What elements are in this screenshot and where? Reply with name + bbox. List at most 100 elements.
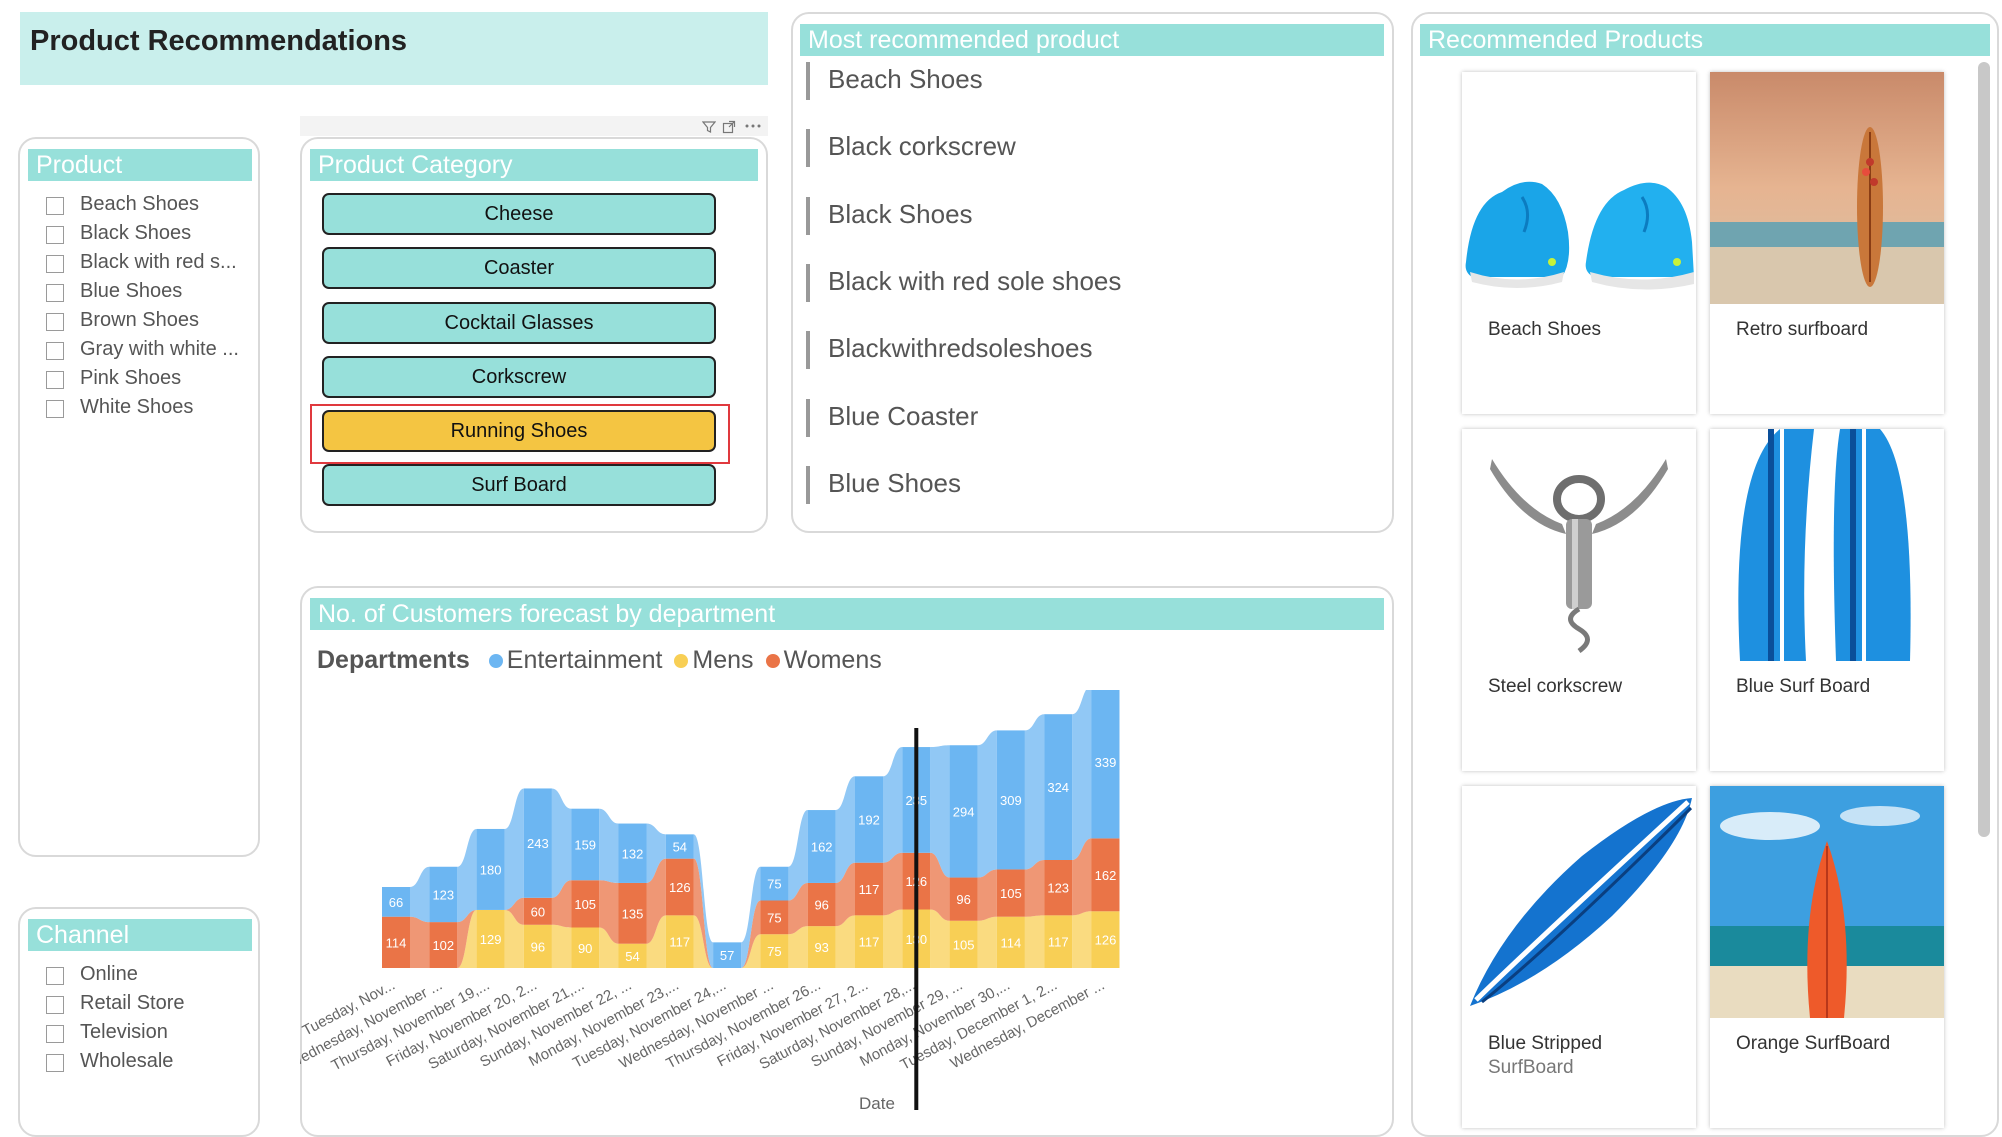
page-title-band: Product Recommendations: [20, 12, 768, 85]
tile-name: Blue Stripped: [1488, 1033, 1603, 1054]
data-label: 102: [432, 938, 454, 953]
product-tile[interactable]: Orange SurfBoard: [1710, 786, 1944, 1128]
data-label: 294: [953, 804, 975, 819]
data-label: 132: [622, 846, 644, 861]
visual-header-bar: [300, 116, 768, 136]
data-label: 96: [956, 892, 970, 907]
data-label: 93: [814, 940, 828, 955]
channel-item-label: Wholesale: [80, 1050, 174, 1072]
chart-legend: Departments Entertainment Mens Womens: [317, 646, 882, 675]
category-button[interactable]: Coaster: [322, 247, 716, 289]
data-label: 117: [669, 935, 690, 950]
checkbox[interactable]: [46, 400, 64, 418]
recommended-item-label: Blue Shoes: [828, 467, 961, 498]
product-tile[interactable]: Retro surfboard: [1710, 72, 1944, 414]
product-tile[interactable]: Beach Shoes: [1462, 72, 1696, 414]
product-tile[interactable]: Steel corkscrew: [1462, 429, 1696, 771]
data-label: 75: [767, 944, 781, 959]
recommended-item-label: Black corkscrew: [828, 131, 1016, 162]
checkbox[interactable]: [46, 996, 64, 1014]
category-button[interactable]: Surf Board: [322, 464, 716, 506]
legend-swatch: [674, 654, 689, 669]
tile-name: Steel corkscrew: [1488, 676, 1623, 697]
ribbon-mens: [551, 924, 572, 968]
legend-label[interactable]: Mens: [692, 646, 753, 674]
gallery-scrollbar[interactable]: [1978, 62, 1990, 837]
legend-label[interactable]: Entertainment: [507, 646, 663, 674]
product-item-label: Black with red s...: [80, 251, 237, 273]
recommended-item-label: Black with red sole shoes: [828, 265, 1122, 296]
legend-label[interactable]: Womens: [784, 646, 882, 674]
data-label: 105: [574, 897, 596, 912]
item-bar: [806, 465, 810, 504]
blue-stripped-surfboard-image: [1462, 786, 1696, 1018]
data-label: 54: [673, 840, 687, 855]
checkbox[interactable]: [46, 967, 64, 985]
category-button[interactable]: Cheese: [322, 193, 716, 235]
data-label: 123: [432, 887, 454, 902]
data-label: 117: [1048, 935, 1069, 950]
more-options-icon[interactable]: [744, 118, 762, 132]
channel-item-label: Online: [80, 963, 138, 985]
recommended-item-label: Blackwithredsoleshoes: [828, 333, 1093, 364]
item-bar: [806, 263, 810, 302]
blue-surf-board-image: [1710, 429, 1944, 661]
checkbox[interactable]: [46, 1025, 64, 1043]
data-label: 126: [669, 880, 691, 895]
product-tile[interactable]: Blue Stripped SurfBoard: [1462, 786, 1696, 1128]
product-item-label: Black Shoes: [80, 222, 192, 244]
data-label: 117: [859, 935, 880, 950]
data-label: 105: [953, 937, 975, 952]
data-label: 159: [574, 837, 596, 852]
data-label: 309: [1000, 793, 1022, 808]
checkbox[interactable]: [46, 371, 64, 389]
data-label: 96: [531, 939, 545, 954]
checkbox[interactable]: [46, 313, 64, 331]
category-button[interactable]: Cocktail Glasses: [322, 302, 716, 344]
data-label: 324: [1047, 780, 1069, 795]
ribbon-entertainment: [1072, 690, 1092, 860]
checkbox[interactable]: [46, 1054, 64, 1072]
product-item-label: Blue Shoes: [80, 280, 183, 302]
product-item-label: Gray with white ...: [80, 338, 239, 360]
data-label: 117: [859, 882, 880, 897]
focus-mode-icon[interactable]: [722, 120, 736, 134]
filter-icon[interactable]: [701, 120, 717, 134]
checkbox[interactable]: [46, 197, 64, 215]
checkbox[interactable]: [46, 226, 64, 244]
forecast-header: No. of Customers forecast by department: [310, 598, 1384, 630]
data-label: 243: [527, 836, 549, 851]
beach-shoes-image: [1462, 72, 1696, 304]
data-label: 90: [578, 941, 592, 956]
data-label: 66: [389, 895, 403, 910]
checkbox[interactable]: [46, 342, 64, 360]
checkbox[interactable]: [46, 255, 64, 273]
checkbox[interactable]: [46, 284, 64, 302]
retro-surfboard-image: [1710, 72, 1944, 304]
ribbon-entertainment: [504, 788, 524, 910]
most-recommended-header: Most recommended product: [800, 24, 1384, 56]
item-bar: [806, 62, 810, 100]
ribbon-entertainment: [410, 866, 430, 923]
product-slicer-header: Product: [28, 149, 252, 181]
product-tile[interactable]: Blue Surf Board: [1710, 429, 1944, 771]
data-label: 129: [480, 932, 502, 947]
recommended-item-label: Black Shoes: [828, 198, 973, 229]
ribbon-entertainment: [457, 828, 477, 923]
tile-subname: SurfBoard: [1488, 1057, 1574, 1078]
ribbon-mens: [977, 916, 997, 968]
item-bar: [806, 129, 810, 168]
tile-name: Beach Shoes: [1488, 319, 1602, 340]
data-label: 339: [1095, 755, 1117, 770]
product-slicer: [18, 137, 260, 857]
recommended-products-header: Recommended Products: [1420, 24, 1990, 56]
item-bar: [806, 398, 810, 437]
page-title: Product Recommendations: [30, 25, 408, 57]
data-label: 114: [386, 935, 407, 950]
data-label: 126: [1095, 933, 1117, 948]
orange-surfboard-image: [1710, 786, 1944, 1018]
product-item-label: Brown Shoes: [80, 309, 199, 331]
data-label: 162: [811, 840, 833, 855]
ribbon-mens: [1072, 911, 1092, 968]
category-button[interactable]: Corkscrew: [322, 356, 716, 398]
